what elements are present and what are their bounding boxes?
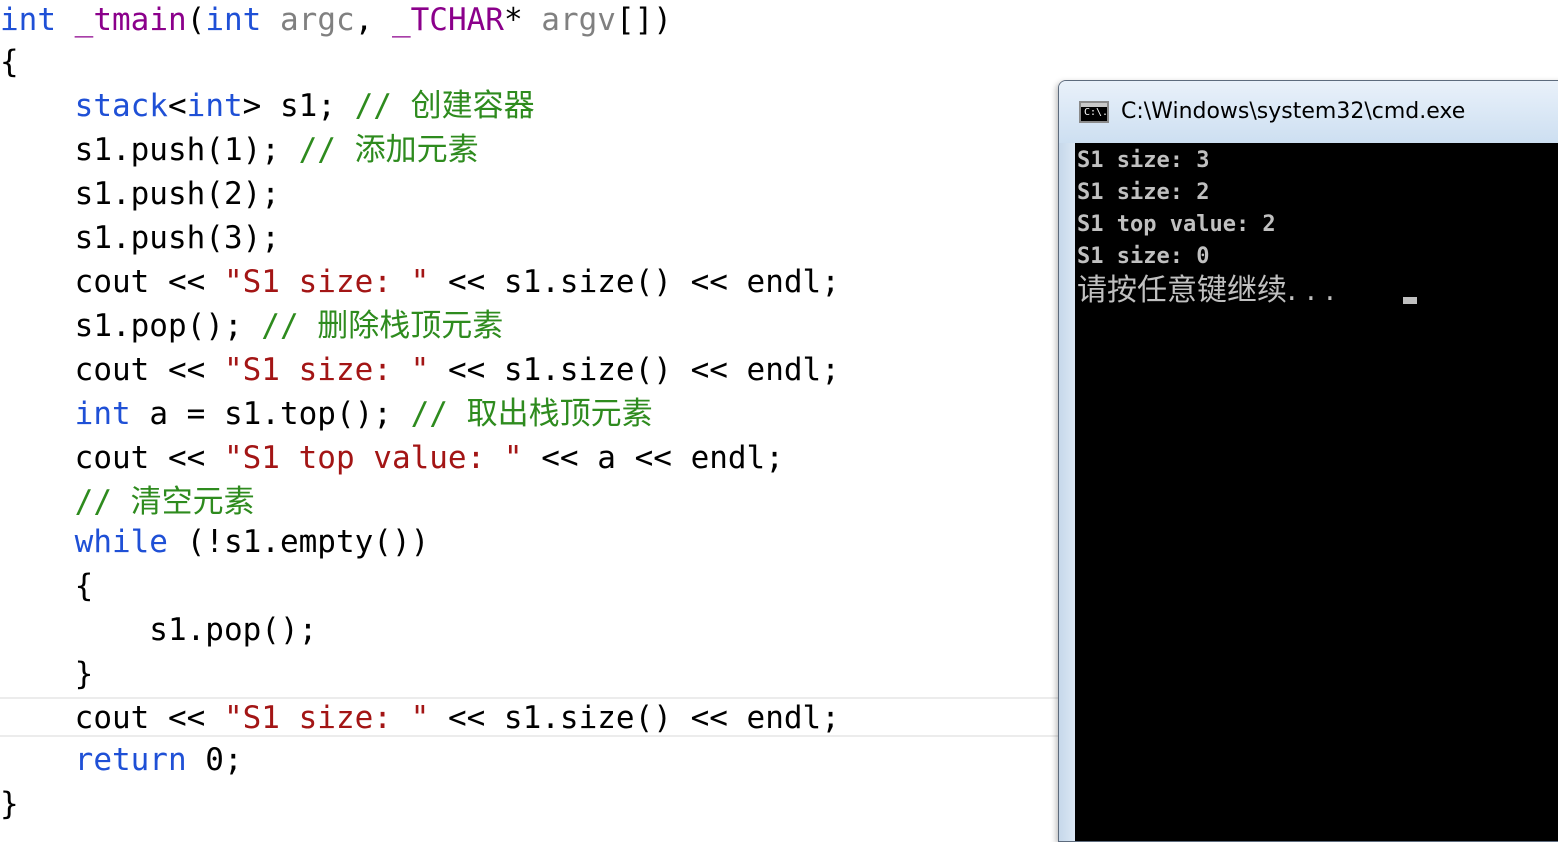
code-line[interactable]: cout << "S1 size: " << s1.size() << endl… xyxy=(0,260,840,304)
console-line: S1 size: 2 xyxy=(1077,180,1210,205)
code-token-plain: << s1.size() << endl; xyxy=(429,700,840,736)
code-line[interactable]: { xyxy=(0,564,94,608)
console-prompt: 请按任意键继续. . . xyxy=(1077,273,1335,308)
code-line[interactable]: } xyxy=(0,782,19,826)
cmd-titlebar[interactable]: C:\. C:\Windows\system32\cmd.exe xyxy=(1059,81,1558,143)
console-icon: C:\. xyxy=(1079,101,1109,123)
code-token-plain: cout << xyxy=(0,700,224,736)
code-token-plain: } xyxy=(0,786,19,822)
code-token-comment: // 删除栈顶元素 xyxy=(261,308,504,344)
code-token-string: "S1 size: " xyxy=(223,264,430,300)
code-token-keyword: int xyxy=(205,2,262,38)
cmd-window[interactable]: C:\. C:\Windows\system32\cmd.exe S1 size… xyxy=(1058,80,1558,842)
code-token-plain: << s1.size() << endl; xyxy=(429,264,840,300)
code-token-plain: s1.pop(); xyxy=(0,308,262,344)
code-line[interactable]: // 清空元素 xyxy=(0,480,255,524)
code-token-comment: // 添加元素 xyxy=(298,132,479,168)
code-token-plain: a = s1.top(); xyxy=(130,396,411,432)
code-line[interactable]: s1.pop(); // 删除栈顶元素 xyxy=(0,304,504,348)
code-token-keyword: int xyxy=(186,88,243,124)
code-token-plain: { xyxy=(0,568,94,604)
code-token-macro: _tmain xyxy=(74,2,187,38)
code-line[interactable]: s1.push(1); // 添加元素 xyxy=(0,128,479,172)
code-token-plain: > s1; xyxy=(242,88,355,124)
code-token-plain: s1.pop(); xyxy=(0,612,318,648)
code-token-plain: { xyxy=(0,44,19,80)
code-line[interactable]: stack<int> s1; // 创建容器 xyxy=(0,84,535,128)
code-token-keyword: int xyxy=(74,396,131,432)
code-token-plain: s1.push(2); xyxy=(0,176,280,212)
code-token-keyword: stack xyxy=(74,88,168,124)
code-token-macro: _TCHAR xyxy=(391,2,504,38)
code-line[interactable]: s1.pop(); xyxy=(0,608,317,652)
code-token-string: "S1 size: " xyxy=(223,700,430,736)
code-token-param: argv xyxy=(541,2,616,38)
cmd-window-title: C:\Windows\system32\cmd.exe xyxy=(1121,99,1466,124)
code-line[interactable]: s1.push(3); xyxy=(0,216,280,260)
code-token-plain: } xyxy=(0,656,94,692)
console-output[interactable]: S1 size: 3 S1 size: 2 S1 top value: 2 S1… xyxy=(1075,143,1558,841)
code-token-plain: (!s1.empty()) xyxy=(167,524,430,560)
code-token-plain: cout << xyxy=(0,440,224,476)
code-token-comment: // 取出栈顶元素 xyxy=(410,396,653,432)
code-token-plain: << s1.size() << endl; xyxy=(429,352,840,388)
code-token-string: "S1 top value: " xyxy=(223,440,523,476)
code-line[interactable]: } xyxy=(0,652,94,696)
console-cursor xyxy=(1403,297,1417,304)
code-token-keyword: int xyxy=(0,2,56,38)
code-token-keyword: while xyxy=(74,524,168,560)
code-line[interactable]: { xyxy=(0,40,19,84)
code-token-plain: cout << xyxy=(0,264,224,300)
code-token-string: "S1 size: " xyxy=(223,352,430,388)
code-line[interactable]: cout << "S1 top value: " << a << endl; xyxy=(0,436,784,480)
cmd-window-frame xyxy=(1059,143,1075,841)
code-token-comment: // 创建容器 xyxy=(354,88,535,124)
code-token-plain: 0; xyxy=(186,742,243,778)
code-line[interactable]: int a = s1.top(); // 取出栈顶元素 xyxy=(0,392,653,436)
code-token-plain: << a << endl; xyxy=(522,440,784,476)
code-token-plain: * xyxy=(503,2,542,38)
code-line[interactable]: while (!s1.empty()) xyxy=(0,520,430,564)
code-line[interactable]: return 0; xyxy=(0,738,243,782)
code-line[interactable]: cout << "S1 size: " << s1.size() << endl… xyxy=(0,348,840,392)
code-token-plain: s1.push(3); xyxy=(0,220,280,256)
code-token-keyword: return xyxy=(74,742,187,778)
code-line[interactable]: cout << "S1 size: " << s1.size() << endl… xyxy=(0,696,840,740)
console-line: S1 size: 0 xyxy=(1077,244,1210,269)
console-line: S1 top value: 2 xyxy=(1077,212,1276,237)
console-line: S1 size: 3 xyxy=(1077,148,1210,173)
code-token-plain: < xyxy=(167,88,187,124)
code-token-plain: []) xyxy=(615,2,672,38)
code-token-plain: , xyxy=(354,2,392,38)
console-icon-label: C:\. xyxy=(1084,107,1109,118)
code-token-param: argc xyxy=(280,2,355,38)
code-token-plain: ( xyxy=(186,2,206,38)
code-token-plain: cout << xyxy=(0,352,224,388)
code-line[interactable]: int _tmain(int argc, _TCHAR* argv[]) xyxy=(0,0,672,42)
code-token-comment: // 清空元素 xyxy=(74,484,255,520)
code-line[interactable]: s1.push(2); xyxy=(0,172,280,216)
code-token-plain: s1.push(1); xyxy=(0,132,299,168)
